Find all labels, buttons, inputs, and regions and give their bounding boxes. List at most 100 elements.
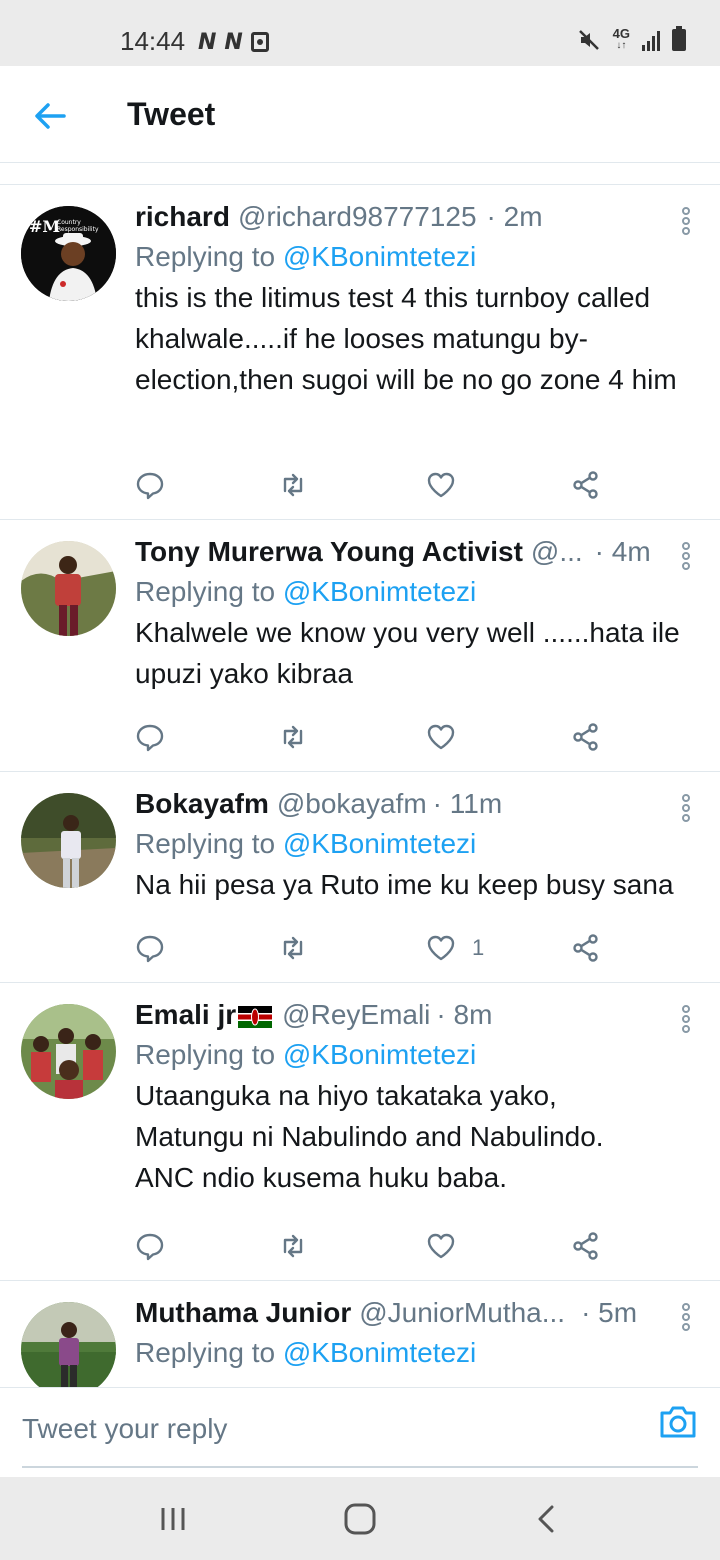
svg-text:Responsibility: Responsibility	[57, 226, 99, 233]
signal-icon	[642, 29, 660, 51]
tweet-item[interactable]: Bokayafm @bokayafm · 11m Replying to @KB…	[0, 772, 720, 983]
tweet-item[interactable]: Tony Murerwa Young Activist @... · 4m Re…	[0, 520, 720, 772]
status-time: 14:44	[120, 26, 186, 56]
retweet-button[interactable]	[278, 930, 308, 966]
share-button[interactable]	[571, 1228, 601, 1264]
author-handle[interactable]: @...	[531, 534, 583, 570]
replying-to: Replying to @KBonimtetezi	[135, 1335, 696, 1371]
tweet-actions	[135, 467, 615, 503]
avatar[interactable]	[21, 793, 116, 888]
heart-icon	[427, 1233, 455, 1259]
heart-icon	[427, 935, 455, 961]
tweet-item[interactable]: #M Country Responsibility richard @richa…	[0, 185, 720, 520]
tweet-text: this is the litimus test 4 this turnboy …	[135, 282, 677, 395]
replying-to: Replying to @KBonimtetezi	[135, 826, 696, 862]
author-handle[interactable]: @ReyEmali	[282, 997, 430, 1033]
retweet-button[interactable]	[278, 719, 308, 755]
author-name[interactable]: Emali jr	[135, 997, 236, 1033]
reply-button[interactable]	[135, 467, 165, 503]
replying-label: Replying to	[135, 241, 283, 272]
avatar[interactable]	[21, 1004, 116, 1099]
retweet-icon	[283, 1234, 303, 1258]
n-icon: N	[224, 30, 243, 55]
reply-list[interactable]: #M Country Responsibility richard @richa…	[0, 185, 720, 1387]
replying-to: Replying to @KBonimtetezi	[135, 1037, 696, 1073]
battery-icon	[672, 26, 686, 51]
like-button[interactable]	[426, 1228, 472, 1264]
retweet-icon	[283, 473, 303, 497]
share-icon	[573, 934, 598, 962]
tweet-actions: 1	[135, 930, 615, 966]
recent-apps-icon[interactable]	[153, 1499, 193, 1539]
author-name[interactable]: Bokayafm	[135, 786, 269, 822]
reply-button[interactable]	[135, 1228, 165, 1264]
retweet-icon	[283, 725, 303, 749]
tweet-time: · 11m	[432, 788, 503, 819]
like-button[interactable]	[426, 719, 472, 755]
reply-button[interactable]	[135, 930, 165, 966]
author-name[interactable]: Tony Murerwa Young Activist	[135, 534, 523, 570]
author-name[interactable]: richard	[135, 199, 230, 235]
4g-icon: 4G ↓↑	[612, 26, 630, 51]
tweet-item[interactable]: Emali jr @ReyEmali · 8m Replying to @KBo…	[0, 983, 720, 1281]
tweet-header: Tony Murerwa Young Activist @... · 4m	[135, 534, 696, 570]
home-icon[interactable]	[340, 1499, 380, 1539]
heart-icon	[427, 472, 455, 498]
reply-target-link[interactable]: @KBonimtetezi	[283, 241, 476, 272]
author-handle[interactable]: @bokayafm	[277, 786, 427, 822]
reply-target-link[interactable]: @KBonimtetezi	[283, 1039, 476, 1070]
camera-icon[interactable]	[658, 1404, 698, 1440]
reply-target-link[interactable]: @KBonimtetezi	[283, 1337, 476, 1368]
retweet-button[interactable]	[278, 1228, 308, 1264]
replying-to: Replying to @KBonimtetezi	[135, 239, 696, 275]
replying-label: Replying to	[135, 1039, 283, 1070]
svg-text:#M: #M	[29, 217, 60, 236]
reply-composer	[0, 1387, 720, 1477]
n-icon: N	[198, 30, 217, 55]
author-name[interactable]: Muthama Junior	[135, 1295, 351, 1331]
tweet-time: · 8m	[436, 999, 493, 1030]
avatar[interactable]	[21, 541, 116, 636]
share-icon	[573, 471, 598, 499]
tweet-text: Na hii pesa ya Ruto ime ku keep busy san…	[135, 869, 674, 900]
avatar[interactable]	[21, 1302, 116, 1387]
tweet-time: · 5m	[581, 1297, 638, 1328]
more-options-icon[interactable]	[680, 1303, 692, 1331]
tweet-text: Utaanguka na hiyo takataka yako, Matungu…	[135, 1080, 604, 1193]
like-button[interactable]: 1	[426, 930, 484, 966]
more-options-icon[interactable]	[680, 794, 692, 822]
reply-button[interactable]	[135, 719, 165, 755]
heart-icon	[427, 724, 455, 750]
share-button[interactable]	[571, 467, 601, 503]
tweet-header: Bokayafm @bokayafm · 11m	[135, 786, 696, 822]
share-button[interactable]	[571, 930, 601, 966]
retweet-button[interactable]	[278, 467, 308, 503]
input-underline	[22, 1466, 698, 1468]
app-header: Tweet	[0, 66, 720, 163]
replying-label: Replying to	[135, 828, 283, 859]
share-icon	[573, 1232, 598, 1260]
back-icon[interactable]	[528, 1499, 568, 1539]
like-button[interactable]	[426, 467, 472, 503]
more-options-icon[interactable]	[680, 207, 692, 235]
kenya-flag-icon	[238, 1006, 273, 1028]
more-options-icon[interactable]	[680, 542, 692, 570]
more-options-icon[interactable]	[680, 1005, 692, 1033]
notification-icons: N N	[198, 30, 269, 55]
author-handle[interactable]: @richard98777125	[238, 199, 477, 235]
tweet-time: · 4m	[594, 536, 651, 567]
author-handle[interactable]: @JuniorMutha...	[359, 1295, 565, 1331]
replying-label: Replying to	[135, 1337, 283, 1368]
tweet-actions	[135, 1228, 615, 1264]
reply-target-link[interactable]: @KBonimtetezi	[283, 576, 476, 607]
tweet-header: richard @richard98777125 · 2m	[135, 199, 696, 235]
share-button[interactable]	[571, 719, 601, 755]
retweet-icon	[283, 936, 303, 960]
replying-to: Replying to @KBonimtetezi	[135, 574, 696, 610]
arrow-left-icon[interactable]	[30, 96, 70, 136]
replying-label: Replying to	[135, 576, 283, 607]
avatar[interactable]: #M Country Responsibility	[21, 206, 116, 301]
reply-target-link[interactable]: @KBonimtetezi	[283, 828, 476, 859]
tweet-item[interactable]: Muthama Junior @JuniorMutha... · 5m Repl…	[0, 1281, 720, 1387]
reply-input[interactable]	[22, 1404, 622, 1454]
